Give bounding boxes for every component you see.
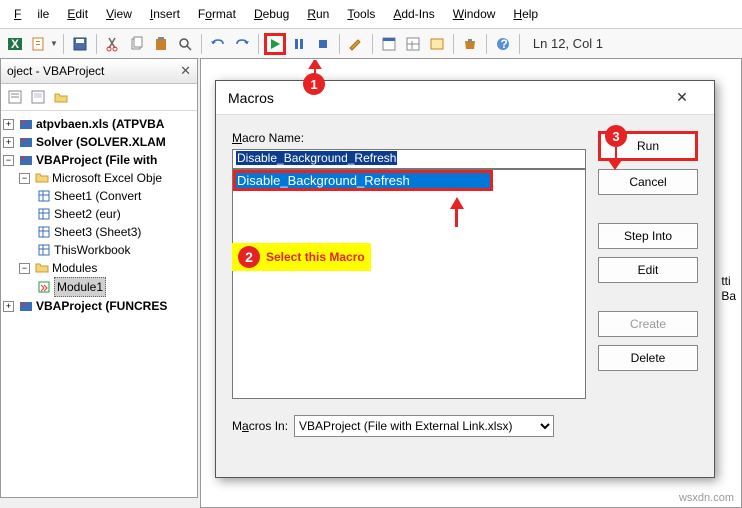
vba-project-icon bbox=[19, 117, 33, 131]
menu-edit[interactable]: Edit bbox=[59, 4, 96, 24]
menu-window[interactable]: Window bbox=[445, 4, 504, 24]
project-tree[interactable]: + atpvbaen.xls (ATPVBA + Solver (SOLVER.XL… bbox=[1, 111, 197, 319]
tree-node-vbaproject[interactable]: VBAProject (File with bbox=[36, 151, 157, 169]
excel-icon[interactable]: X bbox=[4, 33, 26, 55]
macro-name-input[interactable]: Disable_Background_Refresh bbox=[232, 149, 586, 169]
pause-icon[interactable] bbox=[288, 33, 310, 55]
redo-icon[interactable] bbox=[231, 33, 253, 55]
menu-view[interactable]: View bbox=[98, 4, 140, 24]
view-object-icon[interactable] bbox=[28, 87, 48, 107]
object-browser-icon[interactable] bbox=[426, 33, 448, 55]
annotation-1-arrow bbox=[308, 60, 322, 78]
undo-icon[interactable] bbox=[207, 33, 229, 55]
menu-help[interactable]: Help bbox=[505, 4, 546, 24]
dropdown-arrow-icon[interactable]: ▼ bbox=[50, 39, 58, 48]
macro-name-label: Macro Name: bbox=[232, 131, 586, 145]
tree-node-solver[interactable]: Solver (SOLVER.XLAM bbox=[36, 133, 166, 151]
properties-icon[interactable] bbox=[402, 33, 424, 55]
macro-list-item[interactable]: Disable_Background_Refresh bbox=[233, 170, 493, 191]
project-pane-title: oject - VBAProject bbox=[7, 64, 104, 78]
cut-icon[interactable] bbox=[102, 33, 124, 55]
annotation-2-text: Select this Macro bbox=[266, 250, 365, 264]
cancel-button[interactable]: Cancel bbox=[598, 169, 698, 195]
svg-text:?: ? bbox=[500, 37, 507, 51]
save-icon[interactable] bbox=[69, 33, 91, 55]
menu-tools[interactable]: Tools bbox=[339, 4, 383, 24]
tree-node-modules[interactable]: Modules bbox=[52, 259, 97, 277]
tree-node-module1[interactable]: Module1 bbox=[54, 277, 106, 297]
menu-bar: File Edit View Insert Format Debug Run T… bbox=[0, 0, 742, 29]
macros-in-label: Macros In: bbox=[232, 419, 288, 433]
close-icon[interactable]: ✕ bbox=[180, 63, 191, 79]
tree-node-sheet2[interactable]: Sheet2 (eur) bbox=[54, 205, 121, 223]
dialog-title: Macros bbox=[228, 90, 274, 106]
macros-dialog: Macros ✕ Macro Name: Disable_Background_… bbox=[215, 80, 715, 478]
help-icon[interactable]: ? bbox=[492, 33, 514, 55]
design-mode-icon[interactable] bbox=[345, 33, 367, 55]
dialog-close-icon[interactable]: ✕ bbox=[662, 89, 702, 106]
copy-icon[interactable] bbox=[126, 33, 148, 55]
create-button: Create bbox=[598, 311, 698, 337]
svg-text:X: X bbox=[11, 37, 19, 51]
worksheet-icon bbox=[37, 225, 51, 239]
vba-project-icon bbox=[19, 135, 33, 149]
project-explorer-icon[interactable] bbox=[378, 33, 400, 55]
menu-addins[interactable]: Add-Ins bbox=[385, 4, 442, 24]
tree-expand-icon[interactable]: + bbox=[3, 119, 14, 130]
project-pane-toolbar bbox=[1, 84, 197, 111]
view-code-icon[interactable] bbox=[5, 87, 25, 107]
toolbar: X ▼ ? Ln 12, Col 1 bbox=[0, 29, 742, 59]
tree-collapse-icon[interactable]: − bbox=[19, 263, 30, 274]
tree-node-sheet1[interactable]: Sheet1 (Convert bbox=[54, 187, 141, 205]
menu-run[interactable]: Run bbox=[299, 4, 337, 24]
tree-collapse-icon[interactable]: − bbox=[3, 155, 14, 166]
tree-node-sheet3[interactable]: Sheet3 (Sheet3) bbox=[54, 223, 141, 241]
vba-project-icon bbox=[19, 153, 33, 167]
cursor-position: Ln 12, Col 1 bbox=[533, 36, 603, 51]
tree-expand-icon[interactable]: + bbox=[3, 137, 14, 148]
dialog-title-bar[interactable]: Macros ✕ bbox=[216, 81, 714, 115]
folder-icon bbox=[35, 171, 49, 185]
watermark: wsxdn.com bbox=[679, 492, 734, 504]
edit-button[interactable]: Edit bbox=[598, 257, 698, 283]
tree-node-atp[interactable]: atpvbaen.xls (ATPVBA bbox=[36, 115, 164, 133]
vba-project-icon bbox=[19, 299, 33, 313]
tree-node-thisworkbook[interactable]: ThisWorkbook bbox=[54, 241, 130, 259]
tree-node-funcres[interactable]: VBAProject (FUNCRES bbox=[36, 297, 167, 315]
delete-button[interactable]: Delete bbox=[598, 345, 698, 371]
run-icon[interactable] bbox=[264, 33, 286, 55]
step-into-button[interactable]: Step Into bbox=[598, 223, 698, 249]
insert-module-icon[interactable] bbox=[28, 33, 50, 55]
code-fragment: tti Ba bbox=[721, 274, 736, 304]
annotation-2: 2 Select this Macro bbox=[232, 243, 371, 271]
menu-insert[interactable]: Insert bbox=[142, 4, 188, 24]
folder-icon bbox=[35, 261, 49, 275]
tree-expand-icon[interactable]: + bbox=[3, 301, 14, 312]
macros-in-select[interactable]: VBAProject (File with External Link.xlsx… bbox=[294, 415, 554, 437]
tree-collapse-icon[interactable]: − bbox=[19, 173, 30, 184]
find-icon[interactable] bbox=[174, 33, 196, 55]
toolbox-icon[interactable] bbox=[459, 33, 481, 55]
stop-icon[interactable] bbox=[312, 33, 334, 55]
paste-icon[interactable] bbox=[150, 33, 172, 55]
annotation-2-arrow bbox=[328, 197, 585, 227]
tree-node-msobjects[interactable]: Microsoft Excel Obje bbox=[52, 169, 162, 187]
module-icon bbox=[37, 280, 51, 294]
menu-debug[interactable]: Debug bbox=[246, 4, 297, 24]
folder-toggle-icon[interactable] bbox=[51, 87, 71, 107]
project-explorer-pane: oject - VBAProject ✕ + atpvbaen.xls (ATPV… bbox=[0, 58, 198, 498]
annotation-3: 3 bbox=[605, 125, 627, 170]
menu-file[interactable]: File bbox=[6, 4, 57, 24]
worksheet-icon bbox=[37, 207, 51, 221]
workbook-icon bbox=[37, 243, 51, 257]
worksheet-icon bbox=[37, 189, 51, 203]
menu-format[interactable]: Format bbox=[190, 4, 244, 24]
project-pane-title-bar: oject - VBAProject ✕ bbox=[1, 59, 197, 84]
macro-list[interactable]: Disable_Background_Refresh bbox=[232, 169, 586, 399]
